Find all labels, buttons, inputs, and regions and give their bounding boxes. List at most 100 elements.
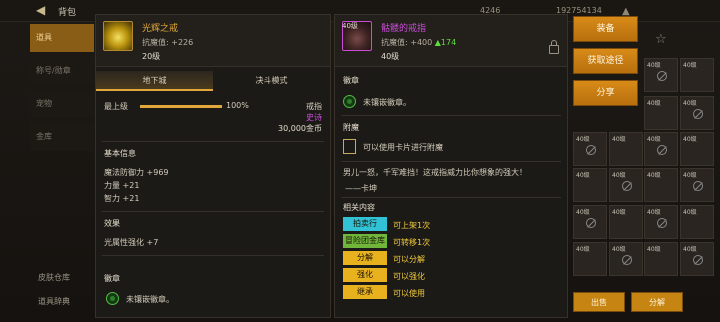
inventory-slot[interactable]: 40级 — [573, 205, 607, 239]
item-rarity: 史诗 — [306, 113, 322, 122]
mode-tabs: 地下城 决斗模式 — [96, 71, 330, 91]
slot-level: 40级 — [612, 172, 626, 179]
slot-level: 40级 — [647, 136, 661, 143]
collapse-icon[interactable]: ▲ — [622, 6, 630, 17]
basic-line: 力量 +21 — [104, 181, 140, 190]
flavor-author: ——卡坤 — [345, 184, 377, 193]
slot-level: 40级 — [612, 246, 626, 253]
inventory-slot[interactable]: 40级 — [644, 205, 678, 239]
divider — [102, 255, 324, 256]
inventory-slot[interactable]: 40级 — [644, 168, 678, 202]
no-entry-icon — [586, 218, 596, 228]
inventory-slot[interactable]: 40级 — [680, 205, 714, 239]
nav-item-props[interactable]: 道具 — [30, 24, 94, 52]
slot-level: 40级 — [647, 100, 661, 107]
slot-level: 40级 — [647, 209, 661, 216]
no-entry-icon — [622, 181, 632, 191]
slot-level: 40级 — [683, 246, 697, 253]
enchant-title: 附魔 — [343, 123, 359, 132]
sell-button[interactable]: 出售 — [573, 292, 625, 312]
inventory-slot[interactable]: 40级 — [573, 132, 607, 166]
inventory-slot[interactable]: 40级 — [644, 242, 678, 276]
divider — [102, 141, 324, 142]
slot-level: 40级 — [612, 209, 626, 216]
no-entry-icon — [657, 145, 667, 155]
item-stat: 抗魔值: +226 — [142, 38, 194, 47]
item-level: 20级 — [142, 52, 161, 61]
inventory-slot[interactable]: 40级 — [609, 168, 643, 202]
disassemble-button[interactable]: 分解 — [631, 292, 683, 312]
no-entry-icon — [622, 255, 632, 265]
no-entry-icon — [657, 218, 667, 228]
equip-button[interactable]: 装备 — [573, 16, 638, 42]
slot-level: 40级 — [683, 100, 697, 107]
no-entry-icon — [693, 109, 703, 119]
inventory-slot[interactable]: 40级 — [680, 58, 714, 92]
inventory-slot[interactable]: 40级 — [680, 96, 714, 130]
page-title: 背包 — [58, 8, 77, 18]
divider — [341, 197, 561, 198]
upgrade-bar-fill — [140, 105, 222, 108]
inventory-slot[interactable]: 40级 — [680, 242, 714, 276]
item-detail-panel-current: 光辉之戒 抗魔值: +226 20级 地下城 决斗模式 最上级 100% 戒指 … — [95, 14, 331, 318]
no-entry-icon — [586, 145, 596, 155]
inventory-slot[interactable]: 40级 — [644, 58, 678, 92]
item-header: 光辉之戒 抗魔值: +226 20级 — [96, 15, 330, 67]
upgrade-label: 最上级 — [104, 102, 128, 111]
inventory-slot[interactable]: 40级 — [609, 132, 643, 166]
item-badge: 40级 — [342, 22, 358, 30]
item-name: 骷髅的戒指 — [381, 24, 427, 34]
item-detail-panel-compare: 40级 骷髅的戒指 抗魔值: +400 ▲174 40级 徽章 未镶嵌徽章。 附… — [334, 14, 568, 318]
inventory-slot[interactable]: 40级 — [644, 132, 678, 166]
related-tag: 继承 — [343, 285, 387, 299]
inventory-slot[interactable]: 40级 — [609, 242, 643, 276]
no-entry-icon — [657, 71, 667, 81]
emblem-title: 徽章 — [343, 76, 359, 85]
tab-dungeon[interactable]: 地下城 — [96, 71, 213, 91]
enchant-card-slot[interactable] — [343, 139, 356, 154]
basic-line: 魔法防御力 +969 — [104, 168, 169, 177]
slot-level: 40级 — [647, 246, 661, 253]
slot-level: 40级 — [683, 62, 697, 69]
back-arrow-icon[interactable]: ◀ — [36, 3, 45, 17]
nav-item-titles[interactable]: 称号/勋章 — [30, 57, 94, 85]
related-text: 可以分解 — [393, 255, 425, 264]
ring-gold-icon — [103, 21, 133, 51]
star-icon[interactable]: ☆ — [655, 32, 667, 47]
related-text: 可以使用 — [393, 289, 425, 298]
basic-line: 智力 +21 — [104, 194, 140, 203]
lock-icon[interactable] — [549, 40, 559, 54]
item-price: 30,000金币 — [278, 124, 322, 133]
obtain-source-button[interactable]: 获取途径 — [573, 48, 638, 74]
related-tag: 分解 — [343, 251, 387, 265]
inventory-slot[interactable]: 40级 — [573, 242, 607, 276]
related-tag: 拍卖行 — [343, 217, 387, 231]
nav-item-vault[interactable]: 金库 — [30, 123, 94, 151]
inventory-slot[interactable]: 40级 — [609, 205, 643, 239]
inventory-slot[interactable]: 40级 — [644, 96, 678, 130]
nav-item-pets[interactable]: 宠物 — [30, 90, 94, 118]
item-stat: 抗魔值: +400 ▲174 — [381, 38, 457, 47]
related-tag: 强化 — [343, 268, 387, 282]
inventory-slot[interactable]: 40级 — [680, 132, 714, 166]
emblem-socket-icon — [343, 95, 356, 108]
item-dictionary-link[interactable]: 道具辞典 — [38, 296, 70, 307]
flavor-text: 男儿一怒，千军难挡！这戒指威力比你想象的强大！ — [343, 168, 527, 177]
slot-level: 40级 — [683, 172, 697, 179]
divider — [341, 115, 561, 116]
inventory-slot[interactable]: 40级 — [573, 168, 607, 202]
slot-level: 40级 — [647, 62, 661, 69]
upgrade-bar — [140, 105, 222, 108]
upgrade-percent: 100% — [226, 101, 249, 110]
basic-info-title: 基本信息 — [104, 149, 136, 158]
slot-level: 40级 — [576, 246, 590, 253]
skin-storage-link[interactable]: 皮肤仓库 — [38, 272, 70, 283]
tab-pvp[interactable]: 决斗模式 — [213, 71, 330, 91]
related-text: 可上架1次 — [393, 221, 431, 230]
effect-title: 效果 — [104, 219, 120, 228]
share-button[interactable]: 分享 — [573, 80, 638, 106]
slot-level: 40级 — [612, 136, 626, 143]
emblem-title: 徽章 — [104, 274, 120, 283]
inventory-slot[interactable]: 40级 — [680, 168, 714, 202]
no-entry-icon — [693, 255, 703, 265]
